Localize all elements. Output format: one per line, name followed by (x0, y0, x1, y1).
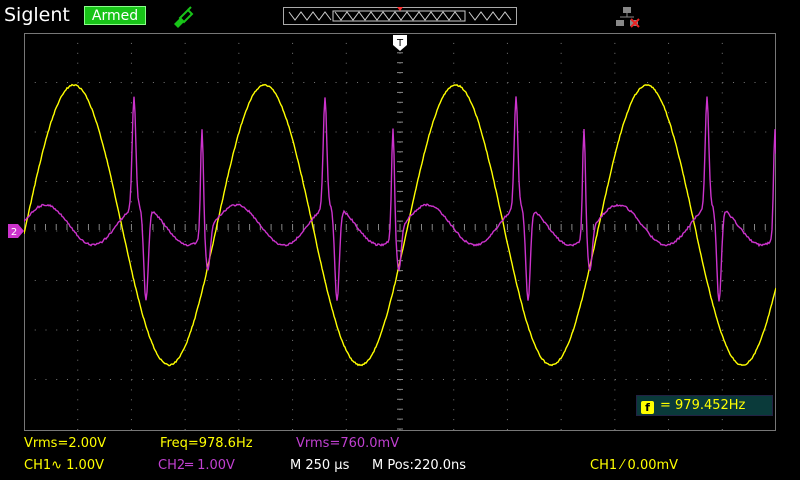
waveform-traces: T (24, 33, 776, 431)
frequency-counter: f = 979.452Hz (636, 395, 773, 416)
acquisition-status-badge: Armed (84, 6, 146, 25)
waveform-display[interactable]: T (24, 33, 776, 431)
trigger-arrow-icon (397, 7, 403, 11)
svg-text:T: T (396, 38, 404, 49)
svg-text:2: 2 (11, 227, 17, 238)
ch2-scale[interactable]: CH2═ 1.00V (158, 458, 235, 473)
ch1-vrms-measurement: Vrms=2.00V (24, 436, 106, 451)
ch2-ground-marker[interactable]: 2 (8, 224, 24, 238)
timebase[interactable]: M 250 µs (290, 458, 349, 473)
trigger-position-strip[interactable] (283, 7, 517, 25)
frequency-counter-value: = 979.452Hz (660, 398, 745, 413)
ch2-trace (24, 96, 776, 301)
trigger-setting[interactable]: CH1 ⁄ 0.00mV (590, 458, 678, 473)
trigger-top-marker: T (393, 35, 407, 51)
probe-icon[interactable] (170, 4, 194, 28)
brand-logo: Siglent (4, 4, 70, 26)
memory-position[interactable]: M Pos:220.0ns (372, 458, 466, 473)
ch2-vrms-measurement: Vrms=760.0mV (296, 436, 399, 451)
frequency-counter-icon: f (641, 401, 654, 414)
network-icon (616, 6, 640, 28)
ch1-scale[interactable]: CH1∿ 1.00V (24, 458, 104, 473)
ch1-trace (24, 85, 776, 366)
ch1-freq-measurement: Freq=978.6Hz (160, 436, 253, 451)
